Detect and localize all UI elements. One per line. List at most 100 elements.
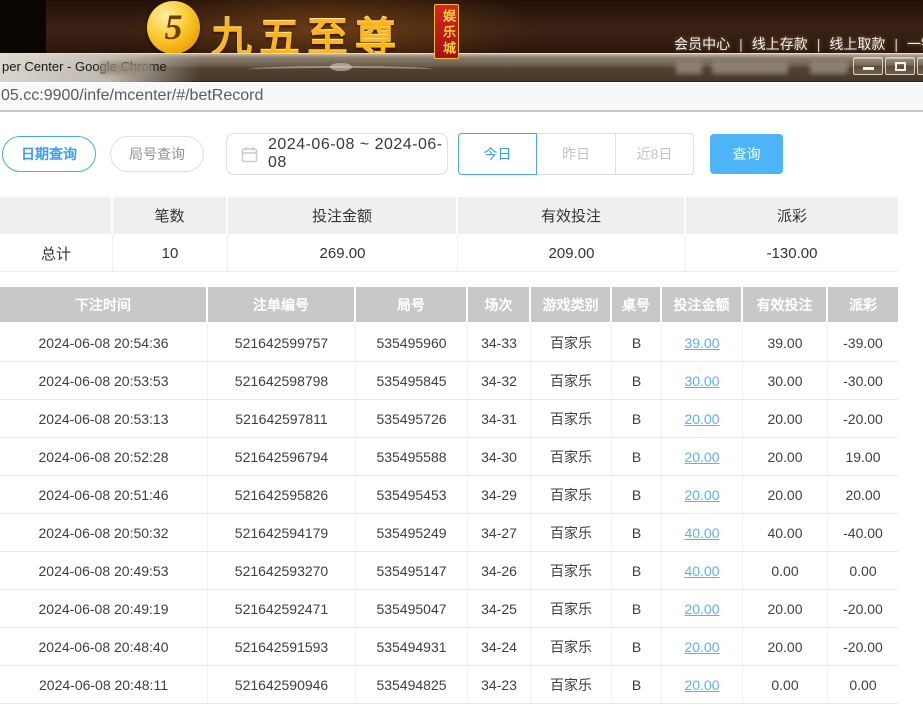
tab-date-query[interactable]: 日期查询 — [2, 136, 96, 172]
cell-round-id: 535494825 — [356, 666, 468, 704]
cell-table-no: B — [612, 552, 662, 590]
cell-table-no: B — [612, 476, 662, 514]
chrome-urlbar[interactable]: 05.cc:9900/infe/mcenter/#/betRecord — [0, 83, 923, 112]
cell-bet-id: 521642598798 — [208, 362, 356, 400]
nav-separator: | — [739, 36, 743, 52]
bet-amount-link[interactable]: 20.00 — [684, 487, 719, 503]
cell-table-no: B — [612, 362, 662, 400]
cell-valid-bet: 39.00 — [743, 324, 828, 362]
nav-link[interactable]: 会员中心 — [674, 36, 730, 52]
maximize-icon — [895, 62, 906, 71]
bet-amount-link[interactable]: 20.00 — [684, 601, 719, 617]
cell-game-type: 百家乐 — [531, 476, 612, 514]
cell-payout: 0.00 — [828, 552, 898, 590]
cell-bet-amount: 30.00 — [662, 362, 743, 400]
cell-valid-bet: 40.00 — [743, 514, 828, 552]
header-left-dark-strip — [0, 0, 46, 55]
calendar-icon — [241, 146, 258, 163]
cell-bet-time: 2024-06-08 20:48:11 — [0, 666, 208, 704]
quick-last8days-button[interactable]: 近8日 — [615, 133, 694, 175]
logo-badge-text: 5 — [165, 6, 183, 48]
cell-bet-id: 521642591593 — [208, 628, 356, 666]
site-nav: 会员中心 | 线上存款 | 线上取款 | 一键 — [674, 34, 923, 54]
quick-today-button[interactable]: 今日 — [458, 133, 537, 175]
cell-session: 34-27 — [468, 514, 531, 552]
bet-amount-link[interactable]: 30.00 — [684, 373, 719, 389]
table-row: 2024-06-08 20:51:46 521642595826 5354954… — [0, 476, 898, 514]
date-range-value: 2024-06-08 ~ 2024-06-08 — [268, 136, 447, 172]
nav-separator: | — [894, 36, 898, 52]
minimize-button[interactable] — [853, 57, 883, 75]
date-range-picker[interactable]: 2024-06-08 ~ 2024-06-08 — [226, 133, 448, 175]
cell-bet-id: 521642594179 — [208, 514, 356, 552]
nav-separator: | — [817, 36, 821, 52]
cell-round-id: 535495960 — [356, 324, 468, 362]
cell-bet-amount: 40.00 — [662, 552, 743, 590]
cell-session: 34-30 — [468, 438, 531, 476]
cell-payout: -39.00 — [828, 324, 898, 362]
cell-valid-bet: 20.00 — [743, 476, 828, 514]
cell-bet-time: 2024-06-08 20:49:19 — [0, 590, 208, 628]
table-row: 2024-06-08 20:53:53 521642598798 5354958… — [0, 362, 898, 400]
bet-amount-link[interactable]: 39.00 — [684, 335, 719, 351]
search-button[interactable]: 查询 — [710, 134, 783, 174]
close-button[interactable] — [917, 57, 923, 75]
cell-round-id: 535495588 — [356, 438, 468, 476]
cell-table-no: B — [612, 324, 662, 362]
cell-table-no: B — [612, 514, 662, 552]
table-row: 2024-06-08 20:49:19 521642592471 5354950… — [0, 590, 898, 628]
bet-amount-link[interactable]: 40.00 — [684, 525, 719, 541]
bet-table-header-row: 下注时间注单编号局号场次游戏类别桌号投注金额有效投注派彩 — [0, 287, 898, 324]
entertainment-city-banner: 娱乐城 — [434, 4, 459, 59]
cell-bet-amount: 39.00 — [662, 324, 743, 362]
cell-valid-bet: 20.00 — [743, 400, 828, 438]
column-header: 派彩 — [686, 197, 898, 234]
tab-round-query[interactable]: 局号查询 — [110, 136, 204, 172]
table-row: 2024-06-08 20:49:53 521642593270 5354951… — [0, 552, 898, 590]
cell-game-type: 百家乐 — [531, 514, 612, 552]
bet-amount-link[interactable]: 20.00 — [684, 449, 719, 465]
bet-amount-link[interactable]: 20.00 — [684, 639, 719, 655]
cell-bet-time: 2024-06-08 20:53:53 — [0, 362, 208, 400]
bet-amount-link[interactable]: 40.00 — [684, 563, 719, 579]
cell-game-type: 百家乐 — [531, 628, 612, 666]
cell-payout: -20.00 — [828, 400, 898, 438]
cell-bet-id: 521642597811 — [208, 400, 356, 438]
bet-amount-link[interactable]: 20.00 — [684, 677, 719, 693]
bet-amount-link[interactable]: 20.00 — [684, 411, 719, 427]
cell-valid-bet: 20.00 — [743, 438, 828, 476]
nav-link[interactable]: 线上存款 — [752, 36, 808, 52]
quick-yesterday-button[interactable]: 昨日 — [537, 133, 616, 175]
filter-toolbar: 日期查询 局号查询 2024-06-08 ~ 2024-06-08 今日 昨日 … — [2, 133, 923, 175]
cell-game-type: 百家乐 — [531, 400, 612, 438]
column-header: 有效投注 — [458, 197, 686, 234]
table-row: 2024-06-08 20:50:32 521642594179 5354952… — [0, 514, 898, 552]
nav-link[interactable]: 一键 — [907, 36, 923, 52]
cell-bet-id: 521642592471 — [208, 590, 356, 628]
cell-payout: 0.00 — [828, 666, 898, 704]
window-controls — [853, 57, 923, 75]
bet-record-page: 日期查询 局号查询 2024-06-08 ~ 2024-06-08 今日 昨日 … — [0, 114, 923, 704]
quick-date-group: 今日 昨日 近8日 — [458, 133, 694, 175]
cell-round-id: 535495147 — [356, 552, 468, 590]
cell-payout: -20.00 — [828, 628, 898, 666]
cell-game-type: 百家乐 — [531, 362, 612, 400]
screen: 5 九五至尊 娱乐城 会员中心|线上存款|线上取款|一键 per Center … — [0, 0, 923, 726]
cell-session: 34-29 — [468, 476, 531, 514]
cell-bet-time: 2024-06-08 20:50:32 — [0, 514, 208, 552]
cell-session: 34-25 — [468, 590, 531, 628]
casino-logo-icon[interactable]: 5 — [147, 1, 200, 54]
column-header: 注单编号 — [208, 287, 356, 324]
table-row: 2024-06-08 20:52:28 521642596794 5354955… — [0, 438, 898, 476]
cell-bet-time: 2024-06-08 20:51:46 — [0, 476, 208, 514]
chrome-titlebar[interactable]: per Center - Google Chrome — [0, 53, 923, 82]
cell-table-no: B — [612, 590, 662, 628]
cell-bet-amount: 40.00 — [662, 514, 743, 552]
column-header: 下注时间 — [0, 287, 208, 324]
nav-link[interactable]: 线上取款 — [829, 36, 885, 52]
maximize-button[interactable] — [885, 57, 915, 75]
url-text: 05.cc:9900/infe/mcenter/#/betRecord — [1, 87, 263, 105]
cell-bet-amount: 20.00 — [662, 400, 743, 438]
cell-valid-bet: 0.00 — [743, 552, 828, 590]
cell-round-id: 535495453 — [356, 476, 468, 514]
